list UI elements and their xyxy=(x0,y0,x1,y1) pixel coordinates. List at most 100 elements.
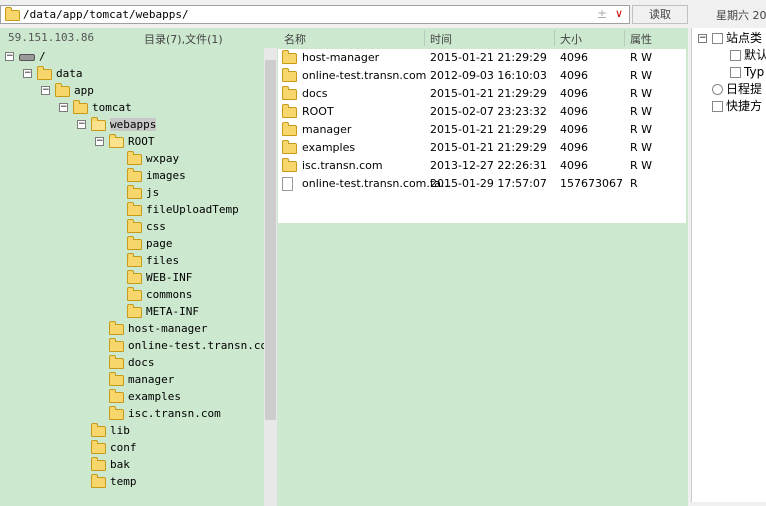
file-time: 2015-01-21 21:29:29 xyxy=(430,141,547,154)
file-row[interactable]: manager 2015-01-21 21:29:29 4096 R W xyxy=(278,121,686,139)
column-divider[interactable] xyxy=(624,30,625,46)
tree-node[interactable]: − webapps xyxy=(77,116,157,133)
file-attributes: R W xyxy=(630,51,653,64)
site-panel-item[interactable]: 日程提 xyxy=(712,81,762,98)
tree-node[interactable]: bak xyxy=(91,456,130,473)
column-header-name[interactable]: 名称 xyxy=(284,31,306,47)
folder-icon xyxy=(5,7,20,21)
tree-node[interactable]: isc.transn.com xyxy=(109,405,221,422)
folder-icon xyxy=(127,252,142,267)
file-row[interactable]: online-test.transn.com 2012-09-03 16:10:0… xyxy=(278,67,686,85)
tree-node-label: host-manager xyxy=(128,322,208,335)
tree-node[interactable]: online-test.transn.com xyxy=(109,337,264,354)
file-attributes: R W xyxy=(630,105,653,118)
file-icon xyxy=(282,177,293,191)
folder-icon xyxy=(282,104,297,118)
file-size: 4096 xyxy=(560,87,588,100)
tree-node[interactable]: wxpay xyxy=(127,150,179,167)
tree-node[interactable]: conf xyxy=(91,439,137,456)
tree-node-label: docs xyxy=(128,356,155,369)
column-divider[interactable] xyxy=(554,30,555,46)
tree-node[interactable]: temp xyxy=(91,473,137,490)
path-input[interactable]: /data/app/tomcat/webapps/ ± ∨ xyxy=(0,5,630,24)
folder-icon xyxy=(282,68,297,82)
file-time: 2015-01-21 21:29:29 xyxy=(430,51,547,64)
tree-node[interactable]: WEB-INF xyxy=(127,269,192,286)
column-header-size[interactable]: 大小 xyxy=(560,31,582,47)
collapse-toggle-icon[interactable]: − xyxy=(59,103,68,112)
tree-node[interactable]: − ROOT xyxy=(95,133,155,150)
site-panel-label: 默认 xyxy=(744,48,766,62)
tree-node[interactable]: examples xyxy=(109,388,181,405)
tree-node[interactable]: images xyxy=(127,167,186,184)
file-row[interactable]: examples 2015-01-21 21:29:29 4096 R W xyxy=(278,139,686,157)
collapse-toggle-icon[interactable]: − xyxy=(77,120,86,129)
folder-open-icon xyxy=(109,133,124,148)
file-size: 4096 xyxy=(560,159,588,172)
collapse-toggle-icon[interactable]: − xyxy=(95,137,104,146)
scrollbar-thumb[interactable] xyxy=(265,60,276,420)
site-panel-item[interactable]: 快捷方 xyxy=(712,98,762,115)
tree-node-label: images xyxy=(146,169,186,182)
tree-node-label: manager xyxy=(128,373,175,386)
path-text: /data/app/tomcat/webapps/ xyxy=(23,8,189,21)
tree-node[interactable]: − / xyxy=(5,48,46,65)
column-header-time[interactable]: 时间 xyxy=(430,31,452,47)
file-row[interactable]: online-test.transn.com.ta... 2015-01-29 1… xyxy=(278,175,686,193)
read-button[interactable]: 读取 xyxy=(632,5,688,24)
tree-node[interactable]: page xyxy=(127,235,173,252)
tree-node[interactable]: files xyxy=(127,252,179,269)
file-time: 2015-01-21 21:29:29 xyxy=(430,123,547,136)
tree-node[interactable]: − data xyxy=(23,65,83,82)
site-panel-item[interactable]: 默认 xyxy=(730,47,766,64)
file-name: examples xyxy=(302,141,356,154)
site-panel-label: 快捷方 xyxy=(726,99,763,113)
tree-node[interactable]: manager xyxy=(109,371,174,388)
tree-node[interactable]: − tomcat xyxy=(59,99,132,116)
file-attributes: R xyxy=(630,177,638,190)
file-row[interactable]: isc.transn.com 2013-12-27 22:26:31 4096 R W xyxy=(278,157,686,175)
tree-node-label: META-INF xyxy=(146,305,199,318)
file-list-pane: 名称 时间 大小 属性 host-manager 2015-01-21 21:29… xyxy=(278,28,688,506)
tree-vertical-scrollbar[interactable] xyxy=(264,48,277,506)
site-panel-item[interactable]: Typ xyxy=(730,64,764,81)
folder-icon xyxy=(127,286,142,301)
column-header-attr[interactable]: 属性 xyxy=(630,31,652,47)
site-panel-item[interactable]: − 站点类 xyxy=(698,30,762,47)
file-name: host-manager xyxy=(302,51,380,64)
tree-node-label: tomcat xyxy=(92,101,132,114)
tree-node-label: examples xyxy=(128,390,181,403)
collapse-toggle-icon[interactable]: − xyxy=(41,86,50,95)
server-ip: 59.151.103.86 xyxy=(8,31,95,44)
file-size: 4096 xyxy=(560,69,588,82)
tree-node[interactable]: css xyxy=(127,218,166,235)
tree-node[interactable]: host-manager xyxy=(109,320,207,337)
column-divider[interactable] xyxy=(424,30,425,46)
tree-node[interactable]: − app xyxy=(41,82,94,99)
file-size: 4096 xyxy=(560,105,588,118)
file-row[interactable]: docs 2015-01-21 21:29:29 4096 R W xyxy=(278,85,686,103)
tree-node[interactable]: commons xyxy=(127,286,192,303)
tree-node[interactable]: js xyxy=(127,184,159,201)
collapse-toggle-icon[interactable]: − xyxy=(698,34,707,43)
folder-icon xyxy=(127,150,142,165)
tree-node[interactable]: lib xyxy=(91,422,130,439)
chevron-down-icon[interactable]: ∨ xyxy=(615,7,623,20)
file-row[interactable]: host-manager 2015-01-21 21:29:29 4096 R W xyxy=(278,49,686,67)
file-row[interactable]: ROOT 2015-02-07 23:23:32 4096 R W xyxy=(278,103,686,121)
folder-icon xyxy=(37,65,52,80)
tree-node-label: bak xyxy=(110,458,130,471)
folder-icon xyxy=(55,82,70,97)
file-list-header: 名称 时间 大小 属性 xyxy=(278,28,688,48)
tree-node[interactable]: META-INF xyxy=(127,303,199,320)
collapse-toggle-icon[interactable]: − xyxy=(23,69,32,78)
folder-icon xyxy=(91,456,106,471)
plus-minus-icon[interactable]: ± xyxy=(597,7,607,21)
collapse-toggle-icon[interactable]: − xyxy=(5,52,14,61)
tree-node[interactable]: fileUploadTemp xyxy=(127,201,239,218)
file-attributes: R W xyxy=(630,159,653,172)
tree-node[interactable]: docs xyxy=(109,354,155,371)
file-name: isc.transn.com xyxy=(302,159,383,172)
date-text: 星期六 20 xyxy=(716,9,766,22)
tree-node-label: / xyxy=(39,50,46,63)
